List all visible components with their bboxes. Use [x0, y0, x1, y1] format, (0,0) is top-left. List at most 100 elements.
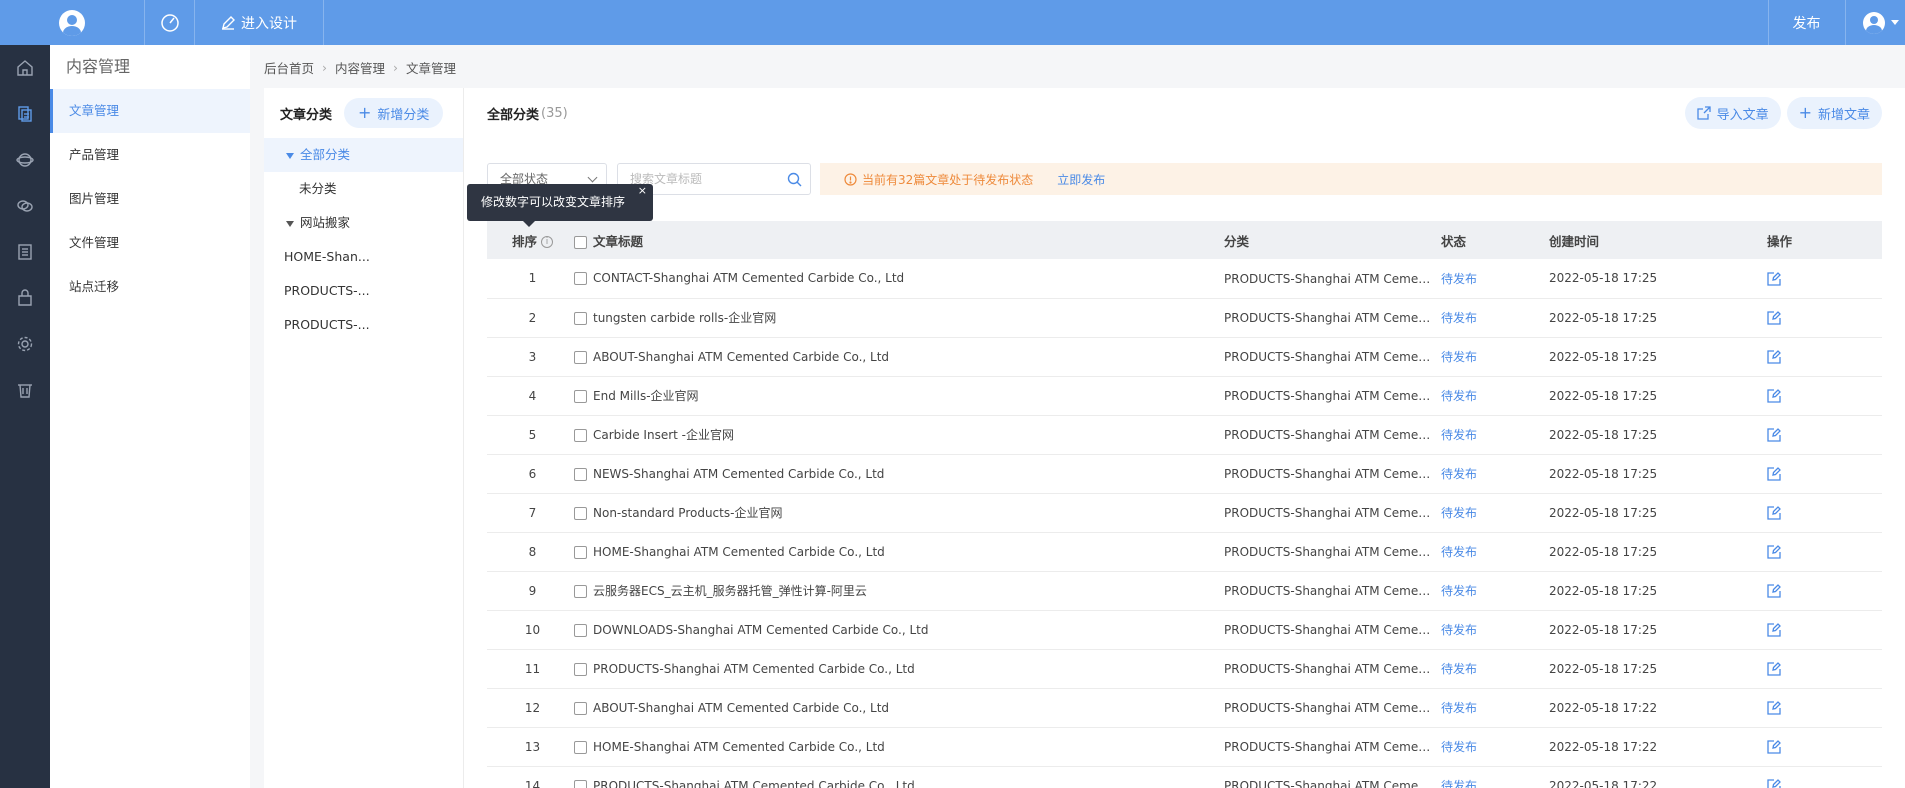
row-title[interactable]: DOWNLOADS-Shanghai ATM Cemented Carbide …	[593, 623, 928, 637]
edit-icon[interactable]	[1767, 544, 1781, 559]
sidebar-item-products[interactable]: 产品管理	[50, 133, 250, 177]
category-node-all[interactable]: 全部分类	[264, 138, 463, 172]
row-title[interactable]: NEWS-Shanghai ATM Cemented Carbide Co., …	[593, 467, 884, 481]
edit-icon[interactable]	[1767, 505, 1781, 520]
user-menu[interactable]	[1845, 0, 1905, 45]
row-status[interactable]: 待发布	[1441, 506, 1477, 520]
publish-button[interactable]: 发布	[1768, 0, 1844, 45]
nav-site[interactable]	[0, 137, 50, 183]
edit-icon[interactable]	[1767, 466, 1781, 481]
search-icon[interactable]	[787, 172, 802, 187]
row-title[interactable]: Carbide Insert -企业官网	[593, 428, 734, 442]
edit-icon[interactable]	[1767, 622, 1781, 637]
sidebar-item-articles[interactable]: 文章管理	[50, 89, 250, 133]
row-status[interactable]: 待发布	[1441, 350, 1477, 364]
sidebar-item-files[interactable]: 文件管理	[50, 221, 250, 265]
nav-content[interactable]	[0, 91, 50, 137]
import-article-button[interactable]: 导入文章	[1684, 97, 1781, 129]
row-sort[interactable]: 9	[487, 571, 574, 611]
row-checkbox[interactable]	[574, 272, 587, 286]
row-sort[interactable]: 4	[487, 376, 574, 416]
site-avatar[interactable]	[0, 0, 145, 45]
row-checkbox[interactable]	[574, 312, 587, 325]
row-status[interactable]: 待发布	[1441, 272, 1477, 286]
row-title[interactable]: PRODUCTS-Shanghai ATM Cemented Carbide C…	[593, 662, 915, 676]
select-all-checkbox[interactable]	[574, 235, 587, 249]
row-sort[interactable]: 3	[487, 337, 574, 377]
breadcrumb-home[interactable]: 后台首页	[264, 58, 314, 77]
row-title[interactable]: 云服务器ECS_云主机_服务器托管_弹性计算-阿里云	[593, 584, 867, 598]
row-checkbox[interactable]	[574, 545, 587, 559]
row-status[interactable]: 待发布	[1441, 428, 1477, 442]
row-status[interactable]: 待发布	[1441, 545, 1477, 559]
row-sort[interactable]: 8	[487, 532, 574, 572]
nav-messages[interactable]	[0, 183, 50, 229]
edit-icon[interactable]	[1767, 427, 1781, 442]
row-sort[interactable]: 11	[487, 649, 574, 689]
edit-icon[interactable]	[1767, 310, 1781, 325]
row-checkbox[interactable]	[574, 740, 587, 754]
sidebar-item-images[interactable]: 图片管理	[50, 177, 250, 221]
edit-icon[interactable]	[1767, 700, 1781, 715]
row-sort[interactable]: 7	[487, 493, 574, 533]
row-status[interactable]: 待发布	[1441, 623, 1477, 637]
row-checkbox[interactable]	[574, 623, 587, 637]
row-checkbox[interactable]	[574, 429, 587, 442]
row-checkbox[interactable]	[574, 507, 587, 520]
edit-icon[interactable]	[1767, 271, 1781, 286]
row-status[interactable]: 待发布	[1441, 389, 1477, 403]
row-title[interactable]: PRODUCTS-Shanghai ATM Cemented Carbide C…	[593, 779, 915, 788]
nav-trash[interactable]	[0, 367, 50, 413]
edit-icon[interactable]	[1767, 583, 1781, 598]
edit-icon[interactable]	[1767, 388, 1781, 403]
close-icon[interactable]: ×	[638, 172, 647, 209]
row-title[interactable]: HOME-Shanghai ATM Cemented Carbide Co., …	[593, 545, 885, 559]
nav-list[interactable]	[0, 229, 50, 275]
category-node-home[interactable]: HOME-Shan...	[264, 240, 463, 274]
row-checkbox[interactable]	[574, 390, 587, 403]
add-category-button[interactable]: + 新增分类	[344, 98, 444, 128]
info-icon[interactable]: i	[541, 236, 553, 248]
row-title[interactable]: Non-standard Products-企业官网	[593, 506, 782, 520]
row-sort[interactable]: 14	[487, 766, 574, 788]
row-sort[interactable]: 1	[487, 259, 574, 299]
row-title[interactable]: HOME-Shanghai ATM Cemented Carbide Co., …	[593, 740, 885, 754]
category-node-products-1[interactable]: PRODUCTS-...	[264, 274, 463, 308]
row-status[interactable]: 待发布	[1441, 467, 1477, 481]
category-node-uncategorized[interactable]: 未分类	[264, 172, 463, 206]
row-sort[interactable]: 10	[487, 610, 574, 650]
row-status[interactable]: 待发布	[1441, 584, 1477, 598]
edit-icon[interactable]	[1767, 349, 1781, 364]
row-status[interactable]: 待发布	[1441, 662, 1477, 676]
category-node-migration[interactable]: 网站搬家	[264, 206, 463, 240]
row-sort[interactable]: 2	[487, 298, 574, 338]
row-checkbox[interactable]	[574, 701, 587, 715]
breadcrumb-content[interactable]: 内容管理	[335, 58, 385, 77]
row-status[interactable]: 待发布	[1441, 311, 1477, 325]
row-checkbox[interactable]	[574, 779, 587, 788]
row-status[interactable]: 待发布	[1441, 701, 1477, 715]
row-title[interactable]: End Mills-企业官网	[593, 389, 699, 403]
row-status[interactable]: 待发布	[1441, 740, 1477, 754]
edit-icon[interactable]	[1767, 661, 1781, 676]
category-node-products-2[interactable]: PRODUCTS-...	[264, 308, 463, 342]
row-title[interactable]: CONTACT-Shanghai ATM Cemented Carbide Co…	[593, 271, 904, 285]
dashboard-button[interactable]	[145, 0, 195, 45]
nav-settings[interactable]	[0, 321, 50, 367]
row-sort[interactable]: 13	[487, 727, 574, 767]
row-title[interactable]: ABOUT-Shanghai ATM Cemented Carbide Co.,…	[593, 701, 889, 715]
row-sort[interactable]: 12	[487, 688, 574, 728]
edit-icon[interactable]	[1767, 778, 1781, 788]
sidebar-item-migration[interactable]: 站点迁移	[50, 265, 250, 309]
row-checkbox[interactable]	[574, 350, 587, 364]
row-status[interactable]: 待发布	[1441, 779, 1477, 788]
row-title[interactable]: ABOUT-Shanghai ATM Cemented Carbide Co.,…	[593, 350, 889, 364]
row-checkbox[interactable]	[574, 585, 587, 598]
add-article-button[interactable]: + 新增文章	[1786, 97, 1882, 129]
row-checkbox[interactable]	[574, 467, 587, 481]
row-checkbox[interactable]	[574, 662, 587, 676]
nav-shop[interactable]	[0, 275, 50, 321]
enter-design-button[interactable]: 进入设计	[195, 0, 324, 45]
row-sort[interactable]: 6	[487, 454, 574, 494]
row-sort[interactable]: 5	[487, 415, 574, 455]
